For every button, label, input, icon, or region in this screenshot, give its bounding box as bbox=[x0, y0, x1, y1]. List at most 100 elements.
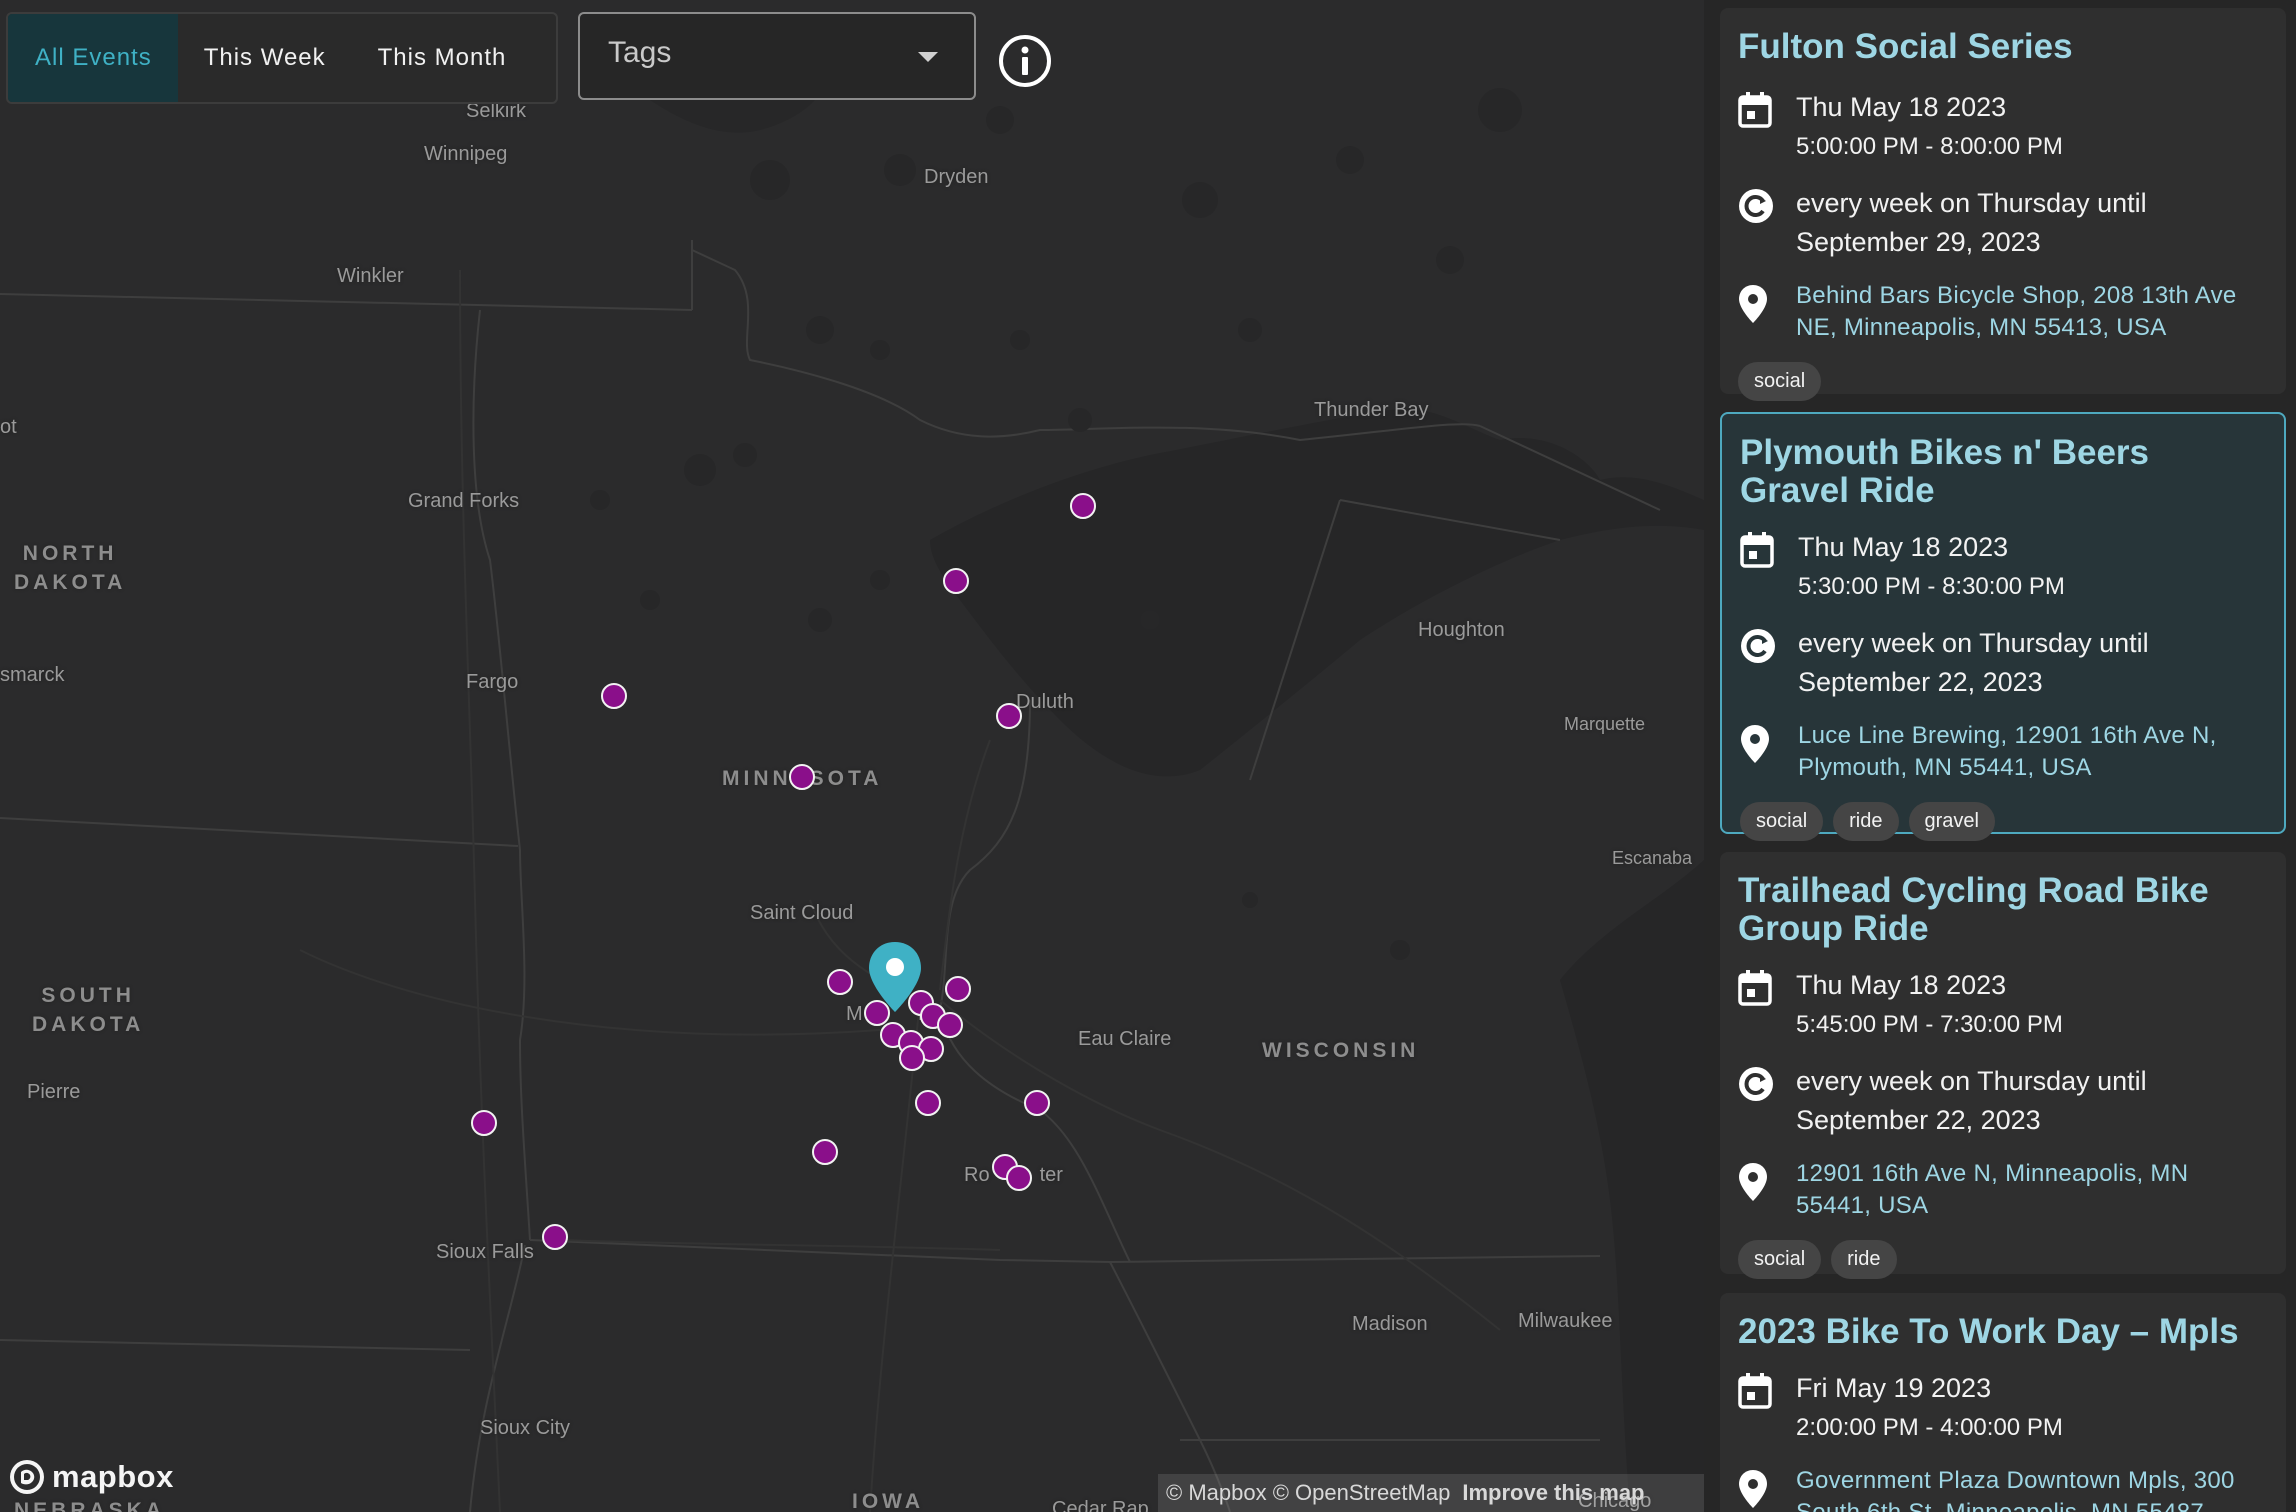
tag-badge[interactable]: social bbox=[1738, 1240, 1822, 1279]
event-marker[interactable] bbox=[1024, 1090, 1050, 1116]
event-marker[interactable] bbox=[915, 1090, 941, 1116]
event-date-row: Thu May 18 2023 5:00:00 PM - 8:00:00 PM bbox=[1738, 88, 2268, 166]
region-label-iowa: IOWA bbox=[852, 1490, 924, 1512]
place-label-ot: ot bbox=[0, 416, 17, 438]
event-title[interactable]: Fulton Social Series bbox=[1738, 28, 2268, 66]
tag-badge[interactable]: ride bbox=[1833, 802, 1899, 841]
tag-badge[interactable]: social bbox=[1740, 802, 1824, 841]
place-label-madison: Madison bbox=[1352, 1313, 1428, 1335]
event-tags: social bbox=[1738, 362, 2268, 401]
mapbox-logo-icon bbox=[10, 1460, 44, 1494]
place-label-bismarck: smarck bbox=[0, 664, 65, 686]
tag-badge[interactable]: ride bbox=[1831, 1240, 1897, 1279]
region-label-south-dakota: SOUTH DAKOTA bbox=[32, 984, 145, 1036]
event-list[interactable]: Fulton Social Series Thu May 18 2023 5:0… bbox=[1704, 0, 2296, 1512]
event-date-row: Thu May 18 2023 5:45:00 PM - 7:30:00 PM bbox=[1738, 966, 2268, 1044]
place-label-pierre: Pierre bbox=[27, 1081, 81, 1103]
event-marker[interactable] bbox=[1006, 1165, 1032, 1191]
event-location-link[interactable]: 12901 16th Ave N, Minneapolis, MN 55441,… bbox=[1796, 1158, 2236, 1222]
event-marker[interactable] bbox=[601, 683, 627, 709]
mapbox-logo[interactable]: mapbox bbox=[8, 1458, 174, 1496]
date-filter-group: All Events This Week This Month bbox=[6, 12, 558, 104]
event-tags: social ride gravel bbox=[1740, 802, 2266, 841]
mapbox-logo-text: mapbox bbox=[52, 1459, 174, 1494]
tags-select[interactable]: Tags bbox=[578, 12, 976, 100]
recurrence-icon bbox=[1741, 629, 1775, 663]
event-marker[interactable] bbox=[937, 1012, 963, 1038]
event-marker[interactable] bbox=[827, 969, 853, 995]
event-date: Thu May 18 2023 bbox=[1796, 970, 2007, 1000]
event-marker[interactable] bbox=[943, 568, 969, 594]
event-location-row: Government Plaza Downtown Mpls, 300 Sout… bbox=[1738, 1465, 2268, 1512]
recurrence-icon bbox=[1739, 1067, 1773, 1101]
event-marker[interactable] bbox=[996, 703, 1022, 729]
region-label-wisconsin: WISCONSIN bbox=[1262, 1039, 1420, 1062]
improve-map-link[interactable]: Improve this map bbox=[1462, 1480, 1644, 1506]
filter-this-week-button[interactable]: This Week bbox=[178, 14, 352, 102]
location-pin-icon bbox=[1739, 1470, 1767, 1508]
event-date: Thu May 18 2023 bbox=[1798, 532, 2009, 562]
place-label-grand-forks: Grand Forks bbox=[408, 490, 520, 512]
tag-badge[interactable]: social bbox=[1738, 362, 1822, 401]
event-card-selected[interactable]: Plymouth Bikes n' Beers Gravel Ride Thu … bbox=[1720, 412, 2286, 841]
event-date: Fri May 19 2023 bbox=[1796, 1373, 1992, 1403]
event-marker[interactable] bbox=[789, 764, 815, 790]
event-marker[interactable] bbox=[812, 1139, 838, 1165]
event-marker[interactable] bbox=[471, 1110, 497, 1136]
event-marker[interactable] bbox=[1070, 493, 1096, 519]
place-label-milwaukee: Milwaukee bbox=[1518, 1310, 1613, 1332]
event-title[interactable]: Trailhead Cycling Road Bike Group Ride bbox=[1738, 872, 2268, 948]
event-card[interactable]: 2023 Bike To Work Day – Mpls Fri May 19 … bbox=[1720, 1293, 2286, 1512]
event-map[interactable]: Selkirk Winnipeg Dryden Winkler Thunder … bbox=[0, 0, 1704, 1512]
event-location-row: Behind Bars Bicycle Shop, 208 13th Ave N… bbox=[1738, 280, 2268, 344]
place-label-dryden: Dryden bbox=[924, 166, 989, 188]
place-label-sioux-city: Sioux City bbox=[480, 1417, 571, 1439]
event-date-row: Thu May 18 2023 5:30:00 PM - 8:30:00 PM bbox=[1740, 528, 2266, 606]
event-location-link[interactable]: Government Plaza Downtown Mpls, 300 Sout… bbox=[1796, 1465, 2268, 1512]
event-recurrence-row: every week on Thursday until September 2… bbox=[1738, 1062, 2268, 1140]
place-label-escanaba: Escanaba bbox=[1612, 848, 1693, 868]
event-location-row: 12901 16th Ave N, Minneapolis, MN 55441,… bbox=[1738, 1158, 2268, 1222]
attribution-text[interactable]: © Mapbox © OpenStreetMap bbox=[1166, 1480, 1450, 1506]
location-pin-icon bbox=[1739, 285, 1767, 323]
event-title[interactable]: 2023 Bike To Work Day – Mpls bbox=[1738, 1313, 2268, 1351]
calendar-icon bbox=[1738, 970, 1772, 1006]
event-marker[interactable] bbox=[945, 976, 971, 1002]
event-title[interactable]: Plymouth Bikes n' Beers Gravel Ride bbox=[1740, 434, 2266, 510]
event-location-link[interactable]: Behind Bars Bicycle Shop, 208 13th Ave N… bbox=[1796, 280, 2268, 344]
event-card[interactable]: Fulton Social Series Thu May 18 2023 5:0… bbox=[1720, 8, 2286, 401]
event-card[interactable]: Trailhead Cycling Road Bike Group Ride T… bbox=[1720, 852, 2286, 1279]
place-label-houghton: Houghton bbox=[1418, 619, 1505, 641]
event-date: Thu May 18 2023 bbox=[1796, 92, 2007, 122]
event-marker[interactable] bbox=[899, 1045, 925, 1071]
filter-all-events-button[interactable]: All Events bbox=[8, 14, 178, 102]
info-icon[interactable] bbox=[998, 34, 1052, 88]
event-location-row: Luce Line Brewing, 12901 16th Ave N, Ply… bbox=[1740, 720, 2266, 784]
tag-badge[interactable]: gravel bbox=[1908, 802, 1995, 841]
location-pin-icon bbox=[1741, 725, 1769, 763]
event-time: 5:00:00 PM - 8:00:00 PM bbox=[1796, 133, 2063, 160]
place-label-marquette: Marquette bbox=[1564, 714, 1646, 734]
event-date-row: Fri May 19 2023 2:00:00 PM - 4:00:00 PM bbox=[1738, 1369, 2268, 1447]
event-recurrence: every week on Thursday until September 2… bbox=[1796, 188, 2147, 257]
place-label-winnipeg: Winnipeg bbox=[424, 143, 508, 165]
place-label-cedar-rapids: Cedar Rap bbox=[1052, 1498, 1149, 1512]
place-label-eau-claire: Eau Claire bbox=[1078, 1028, 1172, 1050]
chevron-down-icon bbox=[918, 52, 938, 62]
event-location-link[interactable]: Luce Line Brewing, 12901 16th Ave N, Ply… bbox=[1798, 720, 2266, 784]
map-basemap bbox=[0, 29, 1704, 1512]
region-label-north-dakota: NORTH DAKOTA bbox=[14, 542, 127, 594]
calendar-icon bbox=[1740, 532, 1774, 568]
place-label-thunder-bay: Thunder Bay bbox=[1314, 399, 1429, 421]
event-recurrence-row: every week on Thursday until September 2… bbox=[1740, 624, 2266, 702]
filter-this-month-button[interactable]: This Month bbox=[352, 14, 533, 102]
event-tags: social ride bbox=[1738, 1240, 2268, 1279]
map-pin-icon[interactable] bbox=[866, 940, 924, 1014]
place-label-winkler: Winkler bbox=[337, 265, 404, 287]
recurrence-icon bbox=[1739, 189, 1773, 223]
calendar-icon bbox=[1738, 92, 1772, 128]
event-time: 5:45:00 PM - 7:30:00 PM bbox=[1796, 1011, 2063, 1038]
event-recurrence: every week on Thursday until September 2… bbox=[1798, 628, 2149, 697]
event-marker[interactable] bbox=[542, 1224, 568, 1250]
place-label-duluth: Duluth bbox=[1016, 691, 1074, 713]
